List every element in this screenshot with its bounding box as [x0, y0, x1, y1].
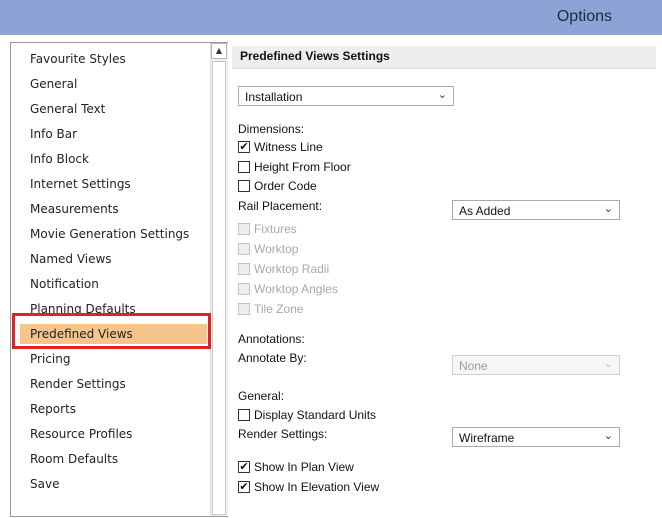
sidebar-item-named-views[interactable]: Named Views: [30, 249, 210, 269]
up-arrow-icon: ▲: [215, 46, 223, 55]
checkbox-box: [238, 223, 250, 235]
check-icon[interactable]: ✔: [238, 481, 250, 493]
window-title: Options: [556, 8, 612, 25]
height-from-floor-checkbox[interactable]: Height From Floor: [238, 160, 398, 176]
fixtures-checkbox: Fixtures: [238, 222, 398, 238]
scroll-up-button[interactable]: ▲: [211, 43, 227, 59]
sidebar-item-favourite-styles[interactable]: Favourite Styles: [30, 49, 210, 69]
section-header: Predefined Views Settings: [232, 46, 656, 69]
sidebar-item-room-defaults[interactable]: Room Defaults: [30, 449, 210, 469]
annotations-label: Annotations:: [238, 332, 305, 346]
annotate-by-select: None ⌄: [452, 355, 620, 375]
order-code-label: Order Code: [254, 179, 317, 193]
sidebar-scrollbar[interactable]: ▲: [210, 43, 228, 516]
sidebar-item-resource-profiles[interactable]: Resource Profiles: [30, 424, 210, 444]
checkbox-box: [238, 303, 250, 315]
sidebar-item-general[interactable]: General: [30, 74, 210, 94]
sidebar-item-movie-generation-settings[interactable]: Movie Generation Settings: [30, 224, 210, 244]
sidebar-item-render-settings[interactable]: Render Settings: [30, 374, 210, 394]
sidebar-item-reports[interactable]: Reports: [30, 399, 210, 419]
chevron-down-icon: ⌄: [603, 430, 613, 442]
checkbox-box[interactable]: [238, 180, 250, 192]
worktop-angles-label: Worktop Angles: [254, 282, 338, 296]
sidebar-item-info-bar[interactable]: Info Bar: [30, 124, 210, 144]
worktop-radii-label: Worktop Radii: [254, 262, 330, 276]
worktop-label: Worktop: [254, 242, 299, 256]
view-type-value: Installation: [245, 90, 303, 104]
rail-placement-select[interactable]: As Added ⌄: [452, 200, 620, 220]
sidebar-item-measurements[interactable]: Measurements: [30, 199, 210, 219]
show-in-plan-view-checkbox[interactable]: ✔ Show In Plan View: [238, 460, 438, 476]
fixtures-label: Fixtures: [254, 222, 297, 236]
selection-highlight-annotation: [12, 313, 211, 349]
sidebar-item-notification[interactable]: Notification: [30, 274, 210, 294]
check-icon[interactable]: ✔: [238, 141, 250, 153]
show-in-elevation-view-label: Show In Elevation View: [254, 480, 380, 494]
tile-zone-checkbox: Tile Zone: [238, 302, 398, 318]
chevron-down-icon: ⌄: [437, 89, 447, 101]
rail-placement-label: Rail Placement:: [238, 199, 323, 213]
view-type-select[interactable]: Installation ⌄: [238, 86, 454, 106]
settings-panel: Predefined Views Settings Installation ⌄…: [232, 42, 662, 517]
sidebar-item-save[interactable]: Save: [30, 474, 210, 494]
sidebar-item-pricing[interactable]: Pricing: [30, 349, 210, 369]
display-standard-units-label: Display Standard Units: [254, 408, 377, 422]
sidebar-item-info-block[interactable]: Info Block: [30, 149, 210, 169]
worktop-angles-checkbox: Worktop Angles: [238, 282, 398, 298]
witness-line-label: Witness Line: [254, 140, 323, 154]
order-code-checkbox[interactable]: Order Code: [238, 179, 398, 195]
sidebar-item-general-text[interactable]: General Text: [30, 99, 210, 119]
checkbox-box[interactable]: [238, 409, 250, 421]
checkbox-box: [238, 263, 250, 275]
height-from-floor-label: Height From Floor: [254, 160, 351, 174]
checkbox-box: [238, 283, 250, 295]
scroll-thumb[interactable]: [212, 61, 226, 515]
category-items: Favourite Styles General General Text In…: [11, 43, 211, 518]
tile-zone-label: Tile Zone: [254, 302, 304, 316]
check-icon[interactable]: ✔: [238, 461, 250, 473]
annotate-by-value: None: [459, 359, 488, 373]
chevron-down-icon: ⌄: [603, 358, 613, 370]
render-settings-value: Wireframe: [459, 431, 515, 445]
worktop-radii-checkbox: Worktop Radii: [238, 262, 398, 278]
title-bar: Options: [0, 0, 662, 35]
checkbox-box: [238, 243, 250, 255]
sidebar-item-internet-settings[interactable]: Internet Settings: [30, 174, 210, 194]
section-title: Predefined Views Settings: [240, 49, 390, 63]
general-label: General:: [238, 389, 285, 403]
display-standard-units-checkbox[interactable]: Display Standard Units: [238, 408, 438, 424]
rail-placement-value: As Added: [459, 204, 511, 218]
dimensions-label: Dimensions:: [238, 122, 305, 136]
render-settings-label: Render Settings:: [238, 427, 328, 441]
render-settings-select[interactable]: Wireframe ⌄: [452, 427, 620, 447]
worktop-checkbox: Worktop: [238, 242, 398, 258]
show-in-plan-view-label: Show In Plan View: [254, 460, 354, 474]
chevron-down-icon: ⌄: [603, 203, 613, 215]
annotate-by-label: Annotate By:: [238, 351, 307, 365]
show-in-elevation-view-checkbox[interactable]: ✔ Show In Elevation View: [238, 480, 438, 496]
checkbox-box[interactable]: [238, 161, 250, 173]
witness-line-checkbox[interactable]: ✔ Witness Line: [238, 140, 398, 156]
options-category-list: Favourite Styles General General Text In…: [10, 42, 228, 517]
